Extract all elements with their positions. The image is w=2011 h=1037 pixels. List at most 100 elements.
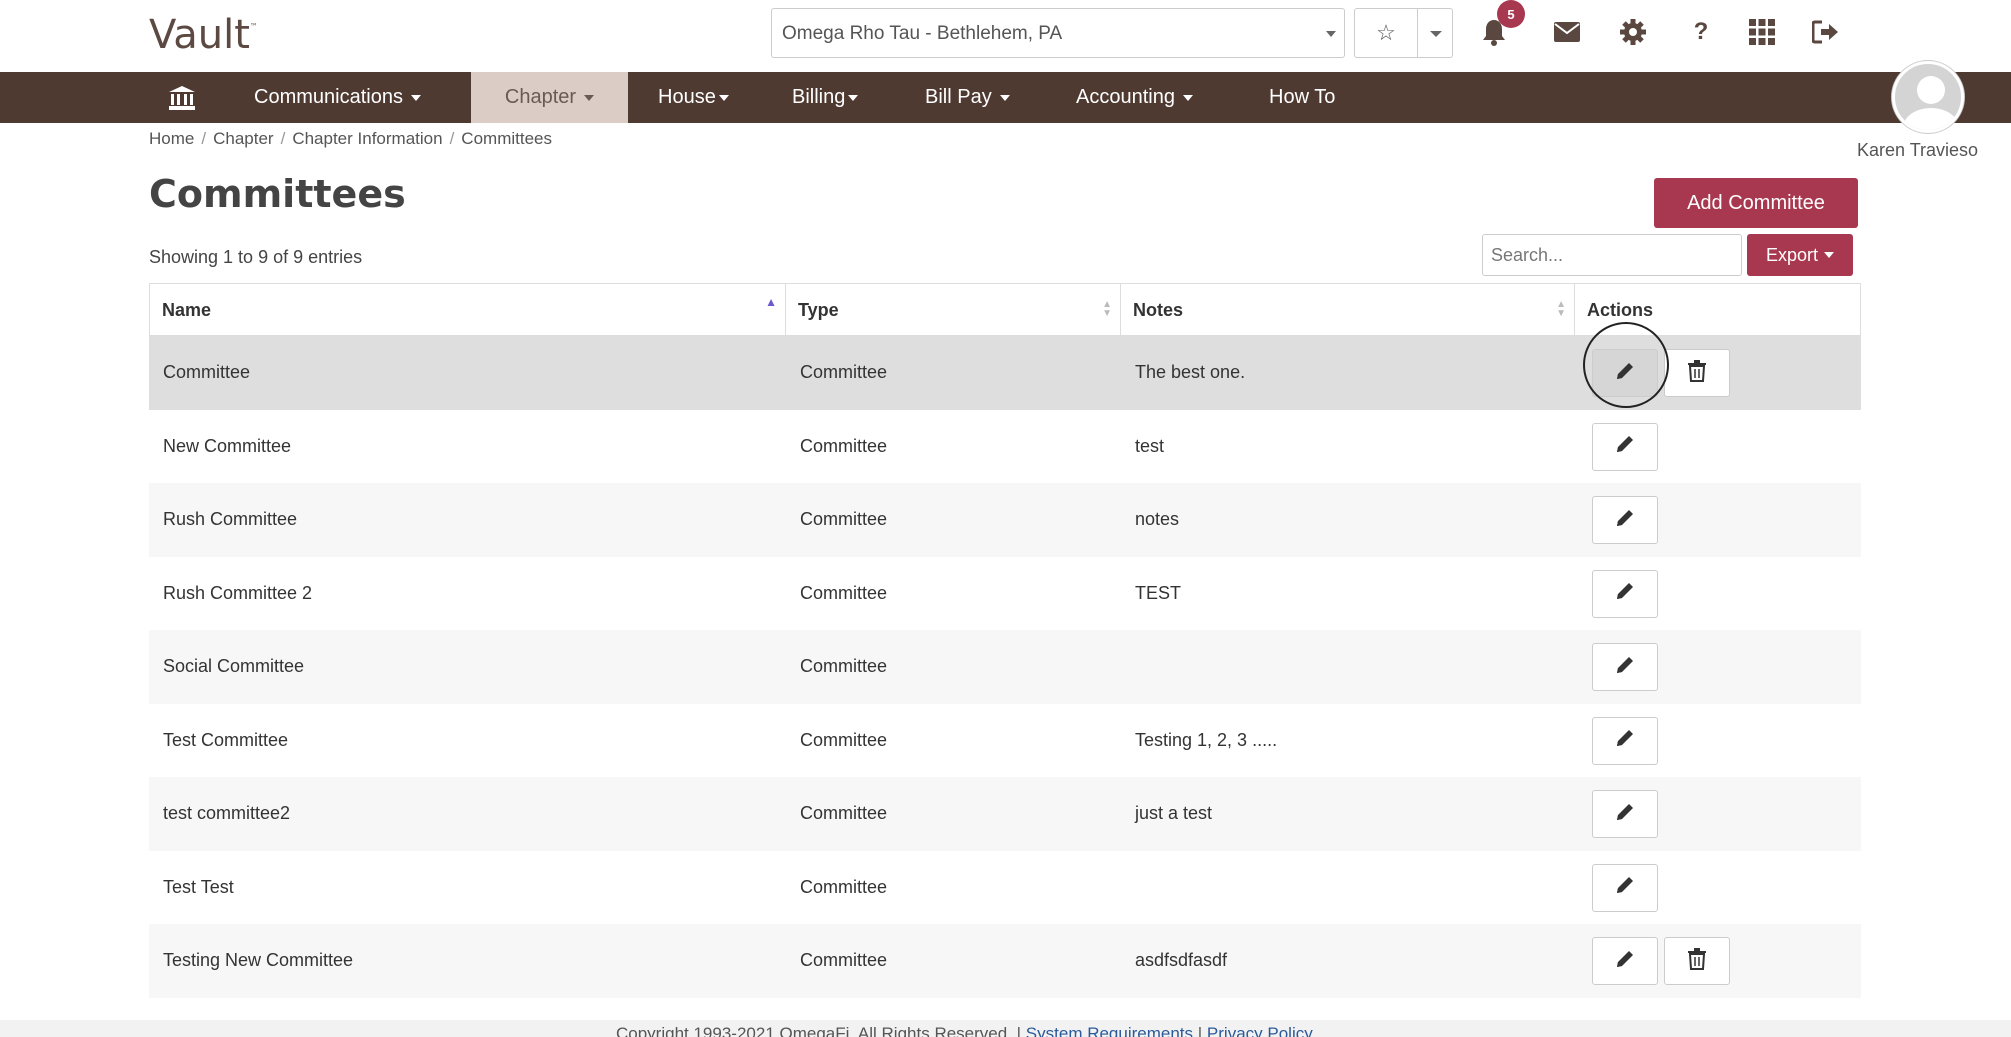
apps-button[interactable]	[1744, 14, 1780, 50]
cell-type: Committee	[800, 582, 888, 603]
cell-type: Committee	[800, 435, 888, 456]
pencil-icon	[1614, 580, 1636, 607]
edit-button[interactable]	[1592, 790, 1658, 838]
breadcrumb-home[interactable]: Home	[149, 129, 194, 148]
nav-accounting[interactable]: Accounting	[1076, 72, 1193, 123]
cell-name: Test Committee	[163, 729, 289, 750]
table-row: Social Committee Committee	[149, 630, 1861, 704]
nav-house[interactable]: House	[658, 72, 729, 123]
column-header-actions: Actions	[1575, 284, 1860, 336]
edit-button[interactable]	[1592, 422, 1658, 471]
breadcrumb-separator: /	[449, 129, 455, 148]
envelope-icon	[1554, 22, 1580, 42]
pencil-icon	[1614, 727, 1636, 754]
cell-notes: The best one.	[1135, 362, 1246, 382]
bank-icon	[169, 85, 195, 110]
cell-notes: TEST	[1135, 582, 1182, 603]
cell-type: Committee	[800, 803, 888, 823]
help-button[interactable]: ?	[1683, 14, 1719, 50]
export-button[interactable]: Export	[1747, 234, 1853, 276]
add-committee-button[interactable]: Add Committee	[1654, 178, 1858, 228]
nav-label: Bill Pay	[925, 86, 992, 108]
sort-asc-icon: ▲	[765, 295, 777, 309]
page-title: Committees	[149, 172, 406, 216]
nav-label: Billing	[792, 86, 846, 108]
table-header: Name ▲ Type ▲ ▼ Notes ▲ ▼ Actions	[149, 284, 1861, 336]
edit-button[interactable]	[1592, 863, 1658, 912]
table-body: Committee Committee The best one. New Commi…	[149, 336, 1861, 998]
pencil-icon	[1614, 948, 1636, 975]
pencil-icon	[1614, 654, 1636, 681]
pencil-icon	[1614, 507, 1636, 534]
breadcrumb-separator: /	[280, 129, 286, 148]
breadcrumb-chapter[interactable]: Chapter	[213, 129, 273, 148]
edit-button[interactable]	[1592, 716, 1658, 765]
edit-button[interactable]	[1592, 569, 1658, 618]
sort-icon: ▲ ▼	[1102, 299, 1112, 319]
column-header-type[interactable]: Type ▲ ▼	[786, 284, 1121, 336]
cell-notes: Testing 1, 2, 3 .....	[1135, 729, 1278, 750]
user-avatar[interactable]	[1892, 61, 1964, 133]
cell-name: New Committee	[163, 435, 292, 456]
edit-button[interactable]	[1592, 349, 1658, 397]
cell-name: Test Test	[163, 876, 234, 897]
favorite-dropdown-button[interactable]	[1417, 8, 1453, 58]
cell-name: Social Committee	[163, 656, 305, 676]
cell-name: Testing New Committee	[163, 950, 354, 970]
cell-name: Committee	[163, 362, 251, 382]
search-input[interactable]	[1482, 234, 1742, 276]
grid-icon	[1749, 19, 1775, 45]
delete-button[interactable]	[1664, 937, 1730, 985]
gear-icon	[1620, 19, 1646, 45]
cell-type: Committee	[800, 876, 888, 897]
nav-billing[interactable]: Billing	[792, 72, 859, 123]
favorite-button[interactable]: ☆	[1354, 8, 1418, 58]
edit-button[interactable]	[1592, 496, 1658, 544]
nav-label: How To	[1269, 86, 1336, 108]
edit-button[interactable]	[1592, 937, 1658, 985]
delete-button[interactable]	[1664, 349, 1730, 397]
column-label: Type	[798, 299, 839, 320]
cell-type: Committee	[800, 509, 888, 529]
trash-icon	[1687, 947, 1707, 975]
vault-logo[interactable]: Vault™	[149, 12, 258, 58]
chevron-down-icon	[999, 94, 1010, 101]
edit-button[interactable]	[1592, 643, 1658, 691]
cell-type: Committee	[800, 362, 888, 382]
organization-select[interactable]: Omega Rho Tau - Bethlehem, PA	[771, 8, 1345, 58]
privacy-policy-link[interactable]: Privacy Policy	[1207, 1024, 1313, 1037]
nav-bill-pay[interactable]: Bill Pay	[925, 72, 1010, 123]
notification-count-badge: 5	[1497, 0, 1525, 28]
chevron-down-icon	[1182, 94, 1193, 101]
nav-how-to[interactable]: How To	[1269, 72, 1335, 123]
chevron-down-icon	[718, 94, 729, 101]
column-header-notes[interactable]: Notes ▲ ▼	[1121, 284, 1575, 336]
pencil-icon	[1614, 801, 1636, 828]
settings-button[interactable]	[1615, 14, 1651, 50]
breadcrumb-committees: Committees	[461, 129, 552, 148]
star-icon: ☆	[1376, 20, 1396, 45]
cell-notes: just a test	[1135, 803, 1213, 823]
column-header-name[interactable]: Name ▲	[150, 284, 786, 336]
cell-notes: asdfsdfasdf	[1135, 950, 1228, 970]
messages-button[interactable]	[1549, 14, 1585, 50]
nav-label: Chapter	[504, 86, 577, 108]
cell-notes: test	[1135, 435, 1165, 456]
organization-select-value: Omega Rho Tau - Bethlehem, PA	[782, 23, 1063, 44]
table-row: Test Test Committee	[149, 851, 1861, 925]
nav-chapter[interactable]: Chapter	[471, 72, 628, 123]
user-name[interactable]: Karen Travieso	[1857, 140, 1978, 161]
cell-type: Committee	[800, 950, 888, 970]
nav-label: Communications	[254, 86, 403, 108]
system-requirements-link[interactable]: System Requirements	[1026, 1024, 1193, 1037]
logo-trademark: ™	[249, 22, 258, 31]
avatar-body	[1903, 108, 1959, 130]
breadcrumb-chapter-information[interactable]: Chapter Information	[292, 129, 442, 148]
nav-home-button[interactable]	[152, 72, 212, 123]
column-label: Notes	[1133, 299, 1184, 320]
sign-out-icon	[1812, 20, 1838, 44]
cell-name: test committee2	[163, 803, 291, 823]
nav-communications[interactable]: Communications	[254, 72, 421, 123]
table-row: Rush Committee 2 Committee TEST	[149, 557, 1861, 631]
logout-button[interactable]	[1808, 14, 1844, 50]
